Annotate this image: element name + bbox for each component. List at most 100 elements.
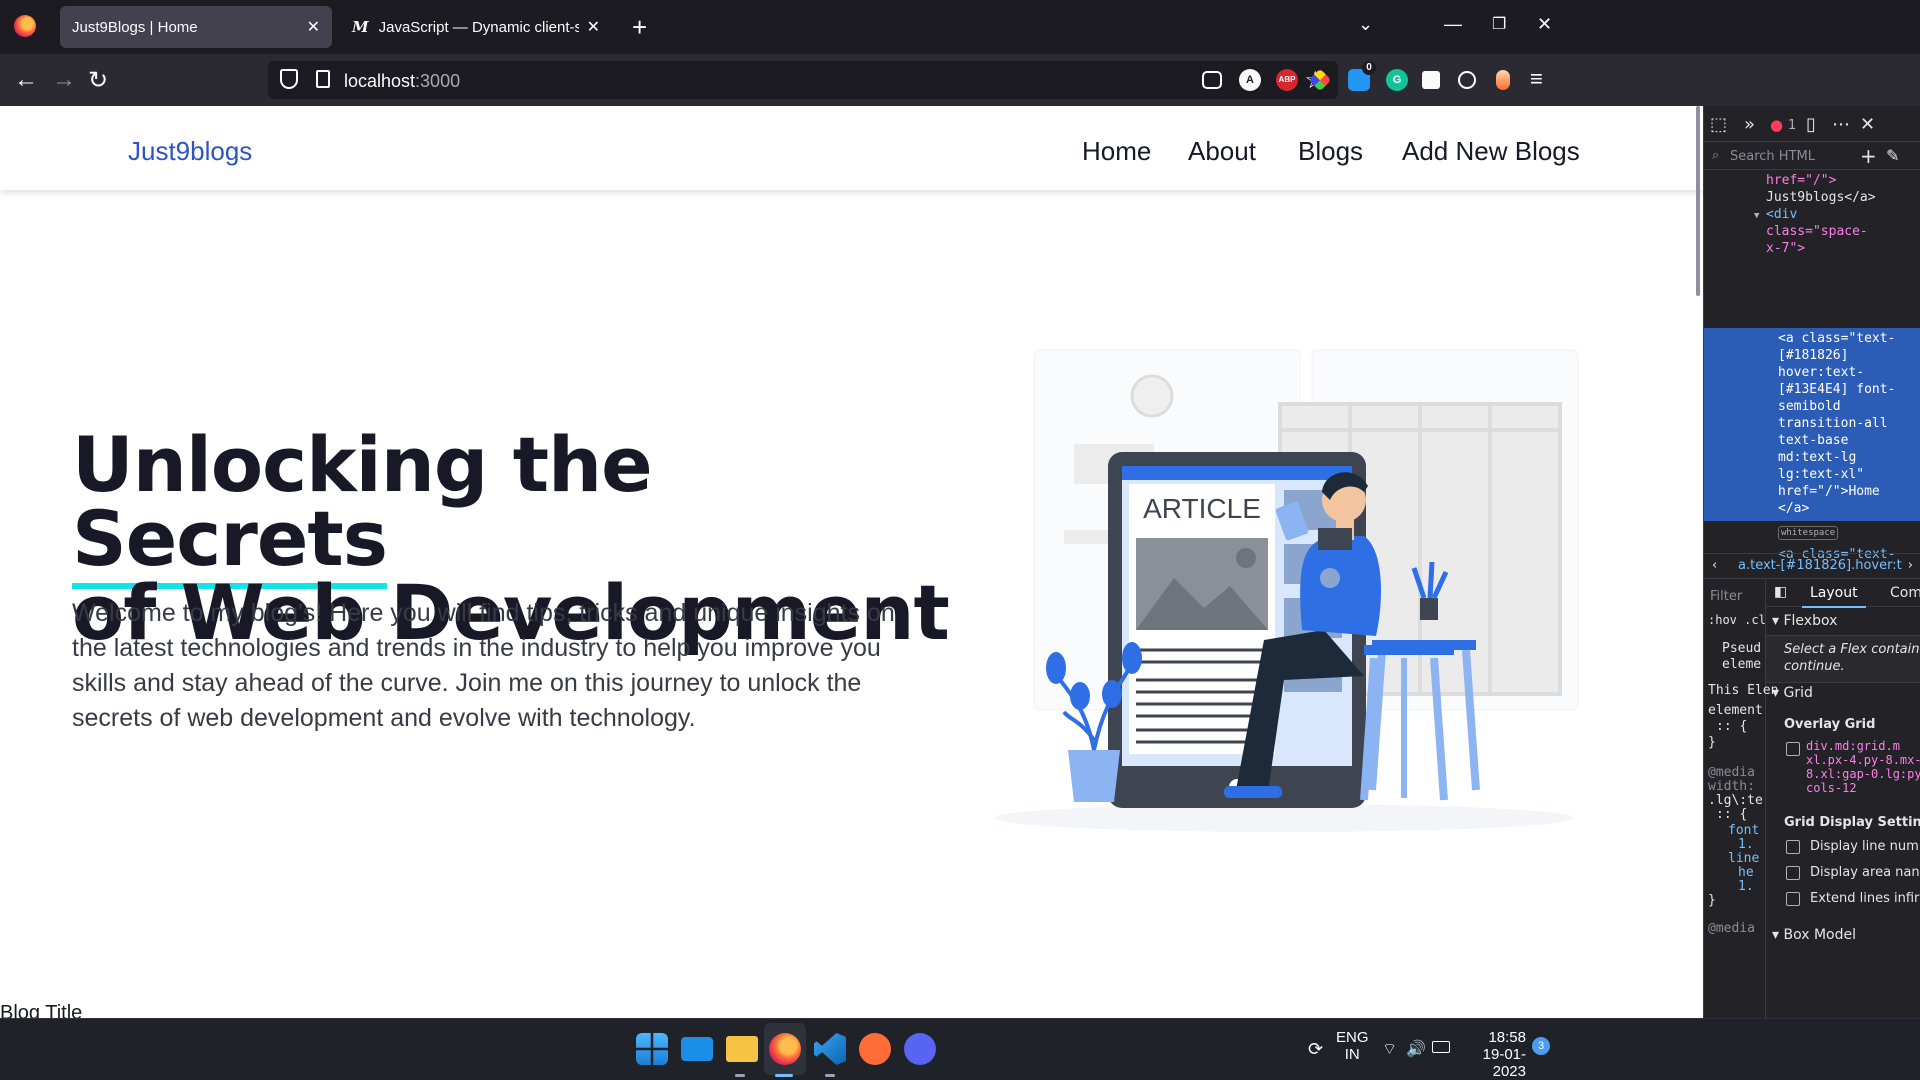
tree-line: [#181826] bbox=[1778, 348, 1849, 363]
list-all-tabs-icon[interactable]: ⌄ bbox=[1358, 14, 1373, 35]
tab-computed[interactable]: Com bbox=[1890, 585, 1920, 601]
page-info-icon[interactable] bbox=[316, 70, 330, 88]
devtools-menu-icon[interactable]: ⋯ bbox=[1832, 114, 1850, 135]
box-model-section[interactable]: ▾ Box Model bbox=[1772, 927, 1856, 943]
error-count: 1 bbox=[1788, 118, 1797, 133]
display-line-numbers-option[interactable]: Display line num bbox=[1786, 839, 1919, 854]
html-search[interactable]: ⌕ Search HTML + ✎ bbox=[1704, 142, 1920, 170]
sync-icon[interactable]: ⟳ bbox=[1308, 1039, 1323, 1060]
account-icon[interactable]: A bbox=[1239, 69, 1261, 91]
nav-blogs[interactable]: Blogs bbox=[1298, 136, 1363, 167]
error-icon[interactable]: ● bbox=[1770, 116, 1783, 134]
rules-filter[interactable]: Filter bbox=[1710, 589, 1742, 604]
adblock-plus-icon[interactable]: ABP bbox=[1276, 69, 1298, 91]
rules-line: :: { bbox=[1716, 807, 1748, 822]
nav-home[interactable]: Home bbox=[1082, 136, 1151, 167]
back-icon[interactable]: ← bbox=[14, 66, 38, 94]
firefox-icon[interactable] bbox=[14, 15, 36, 37]
breadcrumb-left-icon[interactable]: ‹ bbox=[1712, 554, 1717, 578]
rules-line: } bbox=[1708, 893, 1716, 908]
extend-lines-option[interactable]: Extend lines infir bbox=[1786, 891, 1919, 906]
nav-add-new-blogs[interactable]: Add New Blogs bbox=[1402, 136, 1580, 167]
add-node-icon[interactable]: + bbox=[1860, 144, 1877, 168]
url-text[interactable]: localhost:3000 bbox=[344, 71, 460, 92]
display-area-names-option[interactable]: Display area nan bbox=[1786, 865, 1920, 880]
firefox-icon[interactable] bbox=[769, 1033, 801, 1065]
overlay-grid-label: Overlay Grid bbox=[1784, 717, 1876, 732]
wifi-icon[interactable]: ⌔ bbox=[1382, 1039, 1397, 1059]
close-tab-icon[interactable]: ✕ bbox=[307, 17, 320, 37]
grammarly-icon[interactable]: G bbox=[1386, 69, 1408, 91]
react-devtools-icon[interactable] bbox=[1458, 71, 1476, 89]
close-tab-icon[interactable]: ✕ bbox=[587, 17, 600, 37]
tab-layout[interactable]: Layout bbox=[1802, 585, 1866, 608]
reload-icon[interactable]: ↻ bbox=[88, 66, 108, 95]
time-text: 18:58 bbox=[1488, 1029, 1526, 1046]
menu-hamburger-icon[interactable]: ≡ bbox=[1530, 66, 1543, 92]
extension-icon[interactable] bbox=[1496, 70, 1510, 90]
sidebar-toggle-icon[interactable]: ◧ bbox=[1774, 584, 1787, 600]
breadcrumb-right-icon[interactable]: › bbox=[1908, 554, 1913, 578]
minimize-icon[interactable]: — bbox=[1444, 14, 1462, 35]
bookmark-extension-icon[interactable] bbox=[1422, 71, 1440, 89]
battery-icon[interactable] bbox=[1432, 1041, 1450, 1053]
tab-just9blogs[interactable]: Just9Blogs | Home ✕ bbox=[60, 6, 332, 48]
close-devtools-icon[interactable]: ✕ bbox=[1860, 114, 1875, 135]
pocket-icon[interactable] bbox=[1202, 71, 1222, 89]
notifications-icon[interactable]: 0 bbox=[1348, 61, 1376, 91]
grid-section[interactable]: ▾ Grid bbox=[1772, 685, 1813, 701]
element-picker-icon[interactable]: ⬚ bbox=[1710, 114, 1727, 135]
expand-triangle-icon[interactable]: ▼ bbox=[1754, 208, 1759, 225]
vscode-icon[interactable] bbox=[814, 1033, 846, 1065]
node-breadcrumb[interactable]: ‹ a.text-[#181826].hover:t › bbox=[1704, 553, 1920, 579]
pseudo-toggle[interactable]: :hov .cl bbox=[1708, 613, 1766, 627]
search-placeholder: Search HTML bbox=[1730, 149, 1815, 164]
rules-line: @media bbox=[1708, 921, 1755, 936]
url-bar[interactable]: localhost:3000 ☆ bbox=[268, 61, 1338, 99]
nav-about[interactable]: About bbox=[1188, 136, 1256, 167]
flexbox-section[interactable]: ▾ Flexbox bbox=[1772, 613, 1837, 629]
flexbox-hint: Select a Flex container to continue. bbox=[1784, 642, 1920, 674]
more-tools-icon[interactable]: » bbox=[1744, 114, 1755, 135]
windows-start-icon[interactable] bbox=[636, 1033, 668, 1065]
layout-tabbar: ◧ Layout Com bbox=[1766, 579, 1920, 608]
discord-icon[interactable] bbox=[904, 1033, 936, 1065]
rules-line: width: bbox=[1708, 779, 1755, 794]
whitespace-badge: whitespace bbox=[1778, 526, 1839, 540]
date-text: 19-01-2023 bbox=[1482, 1046, 1526, 1080]
volume-icon[interactable]: 🔊 bbox=[1406, 1039, 1426, 1059]
tree-line: href="/"> bbox=[1766, 173, 1837, 188]
mdn-icon: M bbox=[352, 18, 369, 36]
clock[interactable]: 18:58 19-01-2023 bbox=[1462, 1029, 1526, 1080]
brand-link[interactable]: Just9blogs bbox=[128, 136, 252, 167]
tab-label: JavaScript — Dynamic client-side bbox=[378, 18, 579, 36]
tree-line: <div bbox=[1766, 207, 1798, 222]
running-indicator bbox=[735, 1074, 745, 1077]
tree-line: [#13E4E4] font- bbox=[1778, 382, 1896, 397]
tree-line: text-base bbox=[1778, 433, 1849, 448]
breadcrumb-text: a.text-[#181826].hover:t bbox=[1738, 558, 1902, 573]
forward-icon[interactable]: → bbox=[52, 66, 76, 94]
tree-line: </a> bbox=[1778, 501, 1810, 516]
new-tab-icon[interactable]: + bbox=[632, 12, 647, 43]
tree-line: class="space- bbox=[1766, 224, 1868, 239]
devtools-panel: ⬚ » ● 1 ▯ ⋯ ✕ ⌕ Search HTML + ✎ href="/"… bbox=[1703, 106, 1920, 1018]
restore-icon[interactable]: ❐ bbox=[1492, 14, 1506, 34]
eyedropper-icon[interactable]: ✎ bbox=[1886, 146, 1899, 165]
tab-label: Just9Blogs | Home bbox=[72, 18, 198, 36]
rules-line: element bbox=[1708, 703, 1763, 718]
rules-pane: Filter :hov .cl Pseud eleme This Elen el… bbox=[1704, 579, 1778, 1018]
language-indicator[interactable]: ENG IN bbox=[1336, 1029, 1369, 1063]
file-explorer-icon[interactable] bbox=[726, 1036, 758, 1062]
page-scrollbar[interactable] bbox=[1696, 106, 1700, 296]
mail-icon[interactable] bbox=[681, 1037, 713, 1061]
responsive-design-icon[interactable]: ▯ bbox=[1806, 114, 1816, 135]
postman-icon[interactable] bbox=[859, 1033, 891, 1065]
html-tree[interactable]: href="/"> Just9blogs</a> ▼ <div class="s… bbox=[1704, 170, 1920, 562]
tracking-protection-icon[interactable] bbox=[280, 69, 298, 89]
notification-count-badge[interactable]: 3 bbox=[1532, 1037, 1550, 1055]
rules-line: Pseud bbox=[1722, 641, 1762, 656]
rules-line: 1. bbox=[1738, 837, 1754, 852]
close-window-icon[interactable]: ✕ bbox=[1537, 14, 1552, 35]
tab-mdn-javascript[interactable]: M JavaScript — Dynamic client-side ✕ bbox=[340, 6, 612, 48]
